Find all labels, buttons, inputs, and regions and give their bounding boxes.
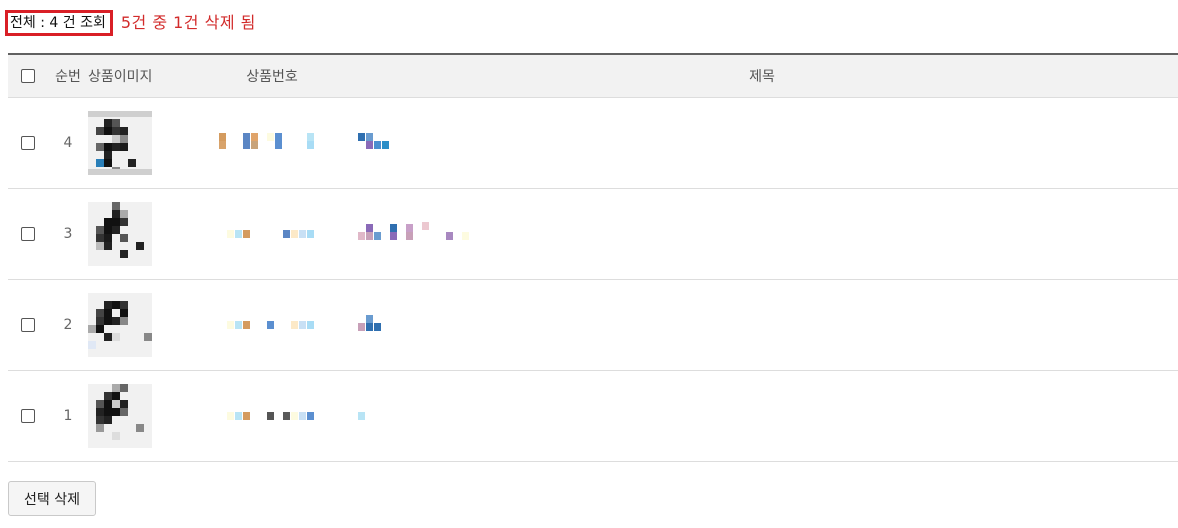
row-product-no bbox=[198, 370, 346, 462]
delete-result-notice: 5건 중 1건 삭제 됨 bbox=[120, 13, 256, 32]
row-seq: 1 bbox=[48, 370, 88, 462]
product-thumbnail bbox=[88, 110, 152, 175]
product-list-table: 순번 상품이미지 상품번호 제목 4 3 2 1 bbox=[8, 53, 1178, 462]
table-header-row: 순번 상품이미지 상품번호 제목 bbox=[8, 54, 1178, 98]
product-thumbnail bbox=[88, 292, 152, 357]
header-seq: 순번 bbox=[48, 54, 88, 98]
header-select-all[interactable] bbox=[8, 54, 48, 98]
select-all-checkbox[interactable] bbox=[21, 68, 35, 83]
row-checkbox[interactable] bbox=[21, 135, 35, 150]
row-product-no bbox=[198, 279, 346, 371]
row-title[interactable] bbox=[346, 188, 1178, 280]
row-title[interactable] bbox=[346, 97, 1178, 189]
header-title: 제목 bbox=[346, 54, 1178, 98]
total-count-label: 전체 : 4 건 조회 bbox=[5, 10, 113, 36]
row-product-no bbox=[198, 97, 346, 189]
summary-row: 전체 : 4 건 조회 5건 중 1건 삭제 됨 bbox=[5, 10, 256, 36]
table-row[interactable]: 3 bbox=[8, 188, 1178, 280]
table-row[interactable]: 2 bbox=[8, 279, 1178, 371]
product-thumbnail bbox=[88, 201, 152, 266]
table-row[interactable]: 1 bbox=[8, 370, 1178, 462]
row-product-no bbox=[198, 188, 346, 280]
row-title[interactable] bbox=[346, 370, 1178, 462]
delete-selected-button[interactable]: 선택 삭제 bbox=[8, 481, 96, 516]
row-checkbox[interactable] bbox=[21, 408, 35, 423]
table-row[interactable]: 4 bbox=[8, 97, 1178, 189]
row-seq: 3 bbox=[48, 188, 88, 280]
header-product-no: 상품번호 bbox=[198, 54, 346, 98]
product-thumbnail bbox=[88, 383, 152, 448]
row-title[interactable] bbox=[346, 279, 1178, 371]
row-checkbox[interactable] bbox=[21, 226, 35, 241]
row-seq: 4 bbox=[48, 97, 88, 189]
header-image: 상품이미지 bbox=[88, 54, 198, 98]
row-seq: 2 bbox=[48, 279, 88, 371]
row-checkbox[interactable] bbox=[21, 317, 35, 332]
